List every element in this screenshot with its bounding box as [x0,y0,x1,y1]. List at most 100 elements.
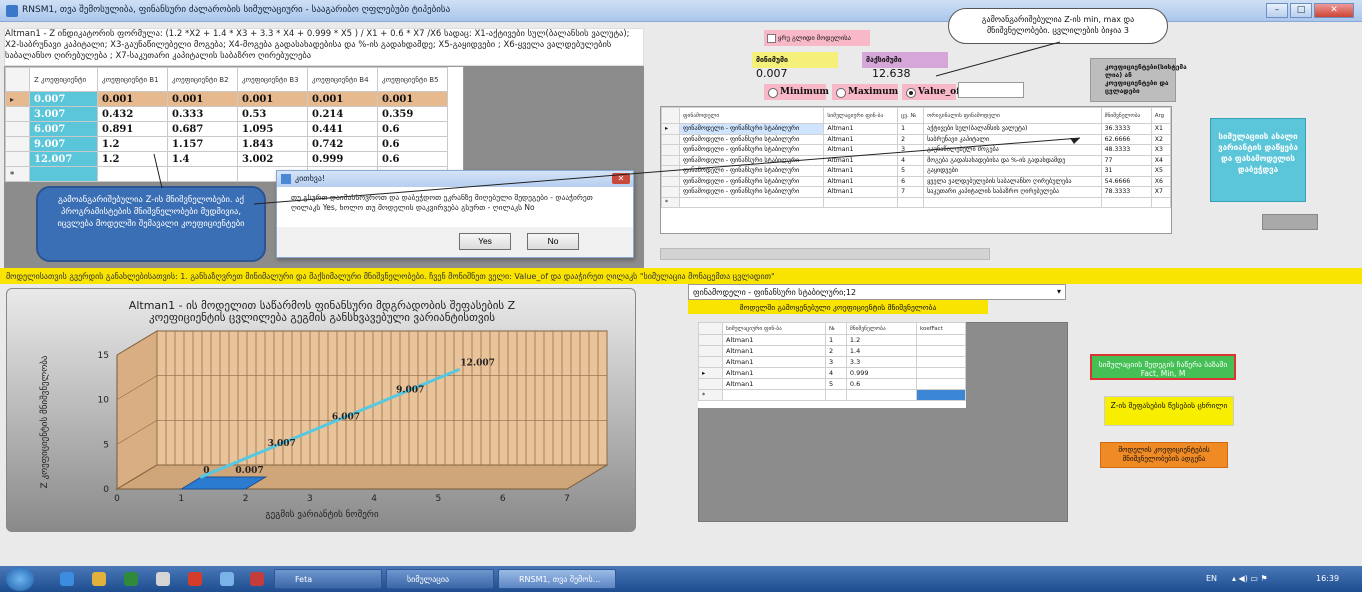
table-cell[interactable] [915,345,967,357]
table-cell[interactable] [721,389,827,401]
maximize-button[interactable]: □ [1290,3,1312,18]
table-cell[interactable] [915,356,967,368]
table-cell[interactable] [915,334,967,346]
app-icon-7[interactable] [250,572,264,586]
column-header[interactable]: მნიშვნელობა [1100,107,1152,124]
column-header[interactable]: კოეფიციენტი B5 [377,67,448,92]
table-cell[interactable]: 0.333 [167,106,238,122]
taskbar-item-feta[interactable]: Feta [274,569,382,589]
start-button[interactable] [6,567,34,591]
table-cell[interactable]: 0.001 [377,91,448,107]
row-header[interactable] [698,356,723,368]
column-header[interactable]: koefFact [915,322,967,335]
table-cell[interactable]: 0.001 [167,91,238,107]
table-cell[interactable]: 54.6666 [1100,175,1152,187]
table-cell[interactable]: 9.007 [29,136,98,152]
ie-icon[interactable] [60,572,74,586]
table-cell[interactable]: 0.432 [97,106,168,122]
table-cell[interactable]: 5 [825,378,847,390]
table-row[interactable]: Altman1 2 1.4 [698,345,967,357]
table-row[interactable]: Altman1 1 1.2 [698,334,967,346]
table-cell[interactable]: Altman1 [721,356,827,368]
table-row[interactable]: Altman1 5 0.6 [698,378,967,390]
app-icon-6[interactable] [220,572,234,586]
column-header[interactable]: კოეფიციენტი B3 [237,67,308,92]
column-header[interactable]: კოეფიციენტი B4 [307,67,378,92]
table-row[interactable]: ▸ 0.007 0.001 0.001 0.001 0.001 0.001 [5,91,448,107]
table-cell[interactable]: Altman1 [721,345,827,357]
new-row[interactable]: * [698,389,967,401]
column-header[interactable]: ორიგინალის ფინამოდელი [923,107,1102,124]
table-cell[interactable]: 0.001 [237,91,308,107]
table-cell[interactable]: 3 [825,356,847,368]
table-row[interactable]: ▸ Altman1 4 0.999 [698,367,967,379]
table-cell[interactable] [915,389,967,401]
table-cell[interactable]: 0.6 [845,378,917,390]
taskbar-item-simulation[interactable]: სიმულაცია [386,569,494,589]
radio-minimum[interactable]: Minimum [764,84,829,100]
excel-icon[interactable] [124,572,138,586]
model-checkbox[interactable]: ყრუ გლიდი მოდელისა [764,30,870,46]
table-cell[interactable]: X2 [1150,133,1172,145]
row-header[interactable]: * [698,389,723,401]
row-header[interactable]: ▸ [698,367,723,379]
coefficient-group-option[interactable]: კოეფიციენტები(სისტემა ლია) ან კოეფიციენტ… [1090,58,1187,102]
row-header[interactable]: * [5,166,30,182]
table-cell[interactable] [1100,196,1152,208]
table-row[interactable]: 3.007 0.432 0.333 0.53 0.214 0.359 [5,106,448,122]
table-cell[interactable]: 3.007 [29,106,98,122]
close-button[interactable]: ✕ [1314,3,1354,18]
table-cell[interactable]: 12.007 [29,151,98,167]
table-cell[interactable]: 48.3333 [1100,144,1152,156]
row-header[interactable] [5,106,30,122]
chevron-down-icon[interactable]: ▾ [1057,287,1061,296]
language-indicator[interactable]: EN [1206,574,1217,583]
table-cell[interactable] [915,378,967,390]
grey-button[interactable] [1262,214,1318,230]
column-header[interactable]: სიმულაციური ფინ-ბა [823,107,899,124]
table-cell[interactable]: X3 [1150,144,1172,156]
row-header[interactable] [698,378,723,390]
table-cell[interactable]: 77 [1100,154,1152,166]
table-cell[interactable] [915,367,967,379]
table-cell[interactable]: 78.3333 [1100,186,1152,198]
row-header[interactable] [5,121,30,137]
table-cell[interactable]: X5 [1150,165,1172,177]
table-cell[interactable]: 0.999 [845,367,917,379]
system-tray[interactable]: ▴ ◀) ▭ ⚑ [1232,574,1268,583]
table-cell[interactable]: 2 [825,345,847,357]
model-combo[interactable]: ფინამოდელი - ფინანსური სტაბილური;12 ▾ [688,284,1066,300]
radio-value-of[interactable]: Value_of: [902,84,963,100]
table-cell[interactable]: 6.007 [29,121,98,137]
column-header[interactable]: მნიშვნელობა [845,322,917,335]
table-cell[interactable]: Altman1 [721,334,827,346]
column-header[interactable]: ცვ. № [897,107,925,124]
column-header[interactable]: № [825,322,847,335]
taskbar-item-rnsm1[interactable]: RNSM1, თვა შემოს... [498,569,616,589]
table-cell[interactable]: 1.4 [845,345,917,357]
minimize-button[interactable]: – [1266,3,1288,18]
column-header[interactable]: ფინამოდელი [678,107,825,124]
row-header[interactable] [5,136,30,152]
new-simulation-button[interactable]: სიმულაციის ახალი ვარიანტის დაწყება და ფა… [1210,118,1306,202]
pdf-icon[interactable] [188,572,202,586]
table-cell[interactable]: Altman1 [721,367,827,379]
table-cell[interactable]: X6 [1150,175,1172,187]
coefficients-grid[interactable]: სიმულაციური ფინ-ბა № მნიშვნელობა koefFact A… [698,322,967,408]
value-of-input[interactable] [958,82,1024,98]
table-cell[interactable]: 0.214 [307,106,378,122]
table-cell[interactable]: 31 [1100,165,1152,177]
table-cell[interactable] [29,166,98,182]
column-header[interactable]: სიმულაციური ფინ-ბა [721,322,827,335]
table-cell[interactable]: Altman1 [721,378,827,390]
row-header[interactable] [698,345,723,357]
table-cell[interactable]: 0.001 [307,91,378,107]
explorer-icon[interactable] [92,572,106,586]
column-header[interactable]: Arg [1150,107,1172,124]
table-cell[interactable]: 62.6666 [1100,133,1152,145]
save-results-button[interactable]: სიმულაციის შედეგის ჩაწერა ბაზაში Fact, M… [1090,354,1236,380]
table-cell[interactable]: X1 [1150,123,1172,135]
table-cell[interactable]: 0.007 [29,91,98,107]
table-cell[interactable]: X7 [1150,186,1172,198]
table-cell[interactable]: 0.53 [237,106,308,122]
